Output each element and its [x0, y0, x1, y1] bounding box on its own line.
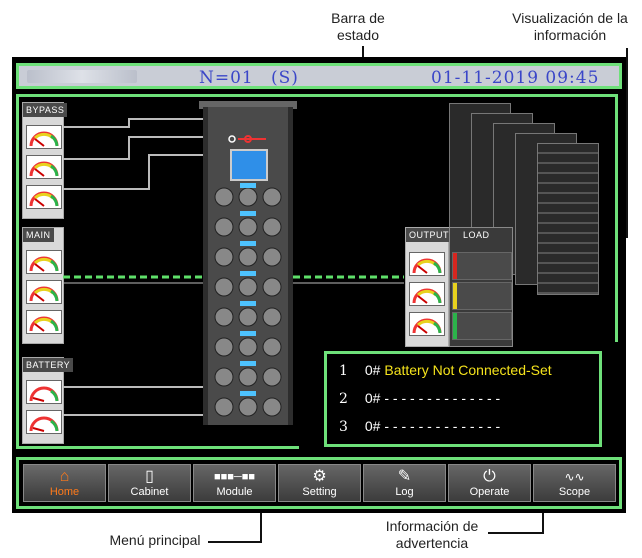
cabinet-icon: ▯ — [145, 468, 154, 485]
menu-setting-button[interactable]: ⚙ Setting — [278, 464, 361, 502]
log-icon: ✎ — [397, 468, 412, 485]
warning-number: 2 — [339, 391, 348, 407]
callout-line-info — [626, 48, 628, 238]
module-icon: ■■■─■■ — [213, 471, 255, 483]
power-icon: ⏻ — [483, 468, 496, 485]
warning-row-2[interactable]: 2 0# - - - - - - - - - - - - - - — [339, 390, 500, 407]
module-fans — [214, 183, 282, 417]
main-menu: ⌂ Home ▯ Cabinet ■■■─■■ Module ⚙ Setting… — [16, 457, 622, 509]
hmi-screen: N=01 (S) 01-11-2019 09:45 BYPASS MAIN BA… — [12, 57, 626, 513]
menu-operate-button[interactable]: ⏻ Operate — [448, 464, 531, 502]
warning-id: 0# — [364, 418, 381, 434]
warning-message: Battery Not Connected-Set — [384, 362, 552, 378]
callout-status-bar: Barra de estado — [331, 10, 385, 43]
warning-message: - - - - - - - - - - - - - - — [384, 418, 501, 434]
warning-id: 0# — [364, 390, 381, 406]
menu-scope-button[interactable]: ∿∿ Scope — [533, 464, 616, 502]
callout-warning-info: Información de advertencia — [385, 518, 479, 551]
callout-main-menu: Menú principal — [109, 532, 201, 548]
load-panel[interactable]: LOAD — [449, 227, 513, 347]
callout-line-menu-h — [208, 541, 262, 543]
warning-row-1[interactable]: 1 0# Battery Not Connected-Set — [339, 362, 552, 379]
gears-icon: ⚙ — [312, 468, 327, 485]
callout-line-warn-h — [488, 532, 544, 534]
scope-icon: ∿∿ — [564, 470, 585, 484]
load-bar-2 — [452, 282, 512, 310]
callout-line-menu-v — [260, 511, 262, 543]
warning-number: 3 — [339, 419, 348, 435]
output-gauge-3 — [409, 312, 445, 336]
logo — [27, 70, 137, 83]
output-label: OUTPUT — [406, 228, 452, 242]
load-bar-1 — [452, 252, 512, 280]
warning-info-box: 1 0# Battery Not Connected-Set 2 0# - - … — [324, 351, 602, 447]
warning-row-3[interactable]: 3 0# - - - - - - - - - - - - - - — [339, 418, 500, 435]
unit-number: N=01 — [199, 68, 254, 88]
menu-home-button[interactable]: ⌂ Home — [23, 464, 106, 502]
status-bar: N=01 (S) 01-11-2019 09:45 — [16, 63, 622, 89]
warning-message: - - - - - - - - - - - - - - — [384, 390, 501, 406]
output-gauge-2 — [409, 282, 445, 306]
menu-module-button[interactable]: ■■■─■■ Module — [193, 464, 276, 502]
warning-id: 0# — [364, 362, 381, 378]
output-gauge-group[interactable]: OUTPUT — [405, 227, 452, 347]
cabinet-display — [230, 149, 268, 181]
date-time: 01-11-2019 09:45 — [431, 68, 600, 88]
menu-cabinet-button[interactable]: ▯ Cabinet — [108, 464, 191, 502]
output-gauge-1 — [409, 252, 445, 276]
cabinet-switch-icon — [228, 132, 266, 143]
callout-info-display: Visualización de la información — [512, 10, 628, 43]
load-bar-3 — [452, 312, 512, 340]
menu-log-button[interactable]: ✎ Log — [363, 464, 446, 502]
ups-cabinet[interactable] — [203, 107, 293, 425]
system-mode: (S) — [271, 68, 299, 88]
load-label: LOAD — [463, 230, 490, 240]
warning-number: 1 — [339, 363, 348, 379]
home-icon: ⌂ — [59, 468, 70, 485]
